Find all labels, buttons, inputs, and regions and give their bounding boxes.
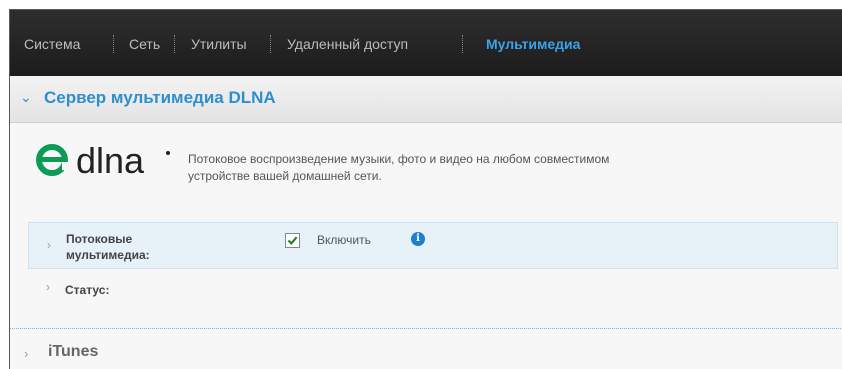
dlna-logo: dlna: [36, 140, 170, 180]
chevron-down-icon: ⌄: [20, 89, 32, 105]
dlna-description: Потоковое воспроизведение музыки, фото и…: [188, 151, 609, 185]
nav-item-multimedia[interactable]: Мультимедиа: [486, 36, 580, 52]
streaming-label: Потоковые мультимедиа:: [66, 231, 150, 263]
checkmark-icon: [287, 236, 298, 245]
nav-item-network[interactable]: Сеть: [129, 36, 160, 52]
enable-checkbox-label[interactable]: Включить: [317, 233, 371, 247]
chevron-right-icon[interactable]: ›: [46, 280, 50, 294]
nav-item-system[interactable]: Система: [24, 36, 80, 52]
status-row[interactable]: › Статус:: [28, 280, 836, 310]
section-divider: [10, 328, 842, 329]
nav-separator: [113, 35, 114, 53]
section-title: Сервер мультимедиа DLNA: [44, 88, 276, 107]
itunes-section-header[interactable]: iTunes: [48, 343, 98, 361]
enable-checkbox[interactable]: [285, 233, 300, 248]
dlna-section-header[interactable]: ⌄ Сервер мультимедиа DLNA: [10, 76, 842, 123]
nav-separator: [174, 35, 175, 53]
nav-item-remote-access[interactable]: Удаленный доступ: [287, 36, 408, 52]
top-nav: Система Сеть Утилиты Удаленный доступ Му…: [10, 10, 842, 76]
chevron-right-icon[interactable]: ›: [24, 346, 28, 361]
nav-item-utilities[interactable]: Утилиты: [191, 36, 247, 52]
nav-separator: [462, 35, 463, 53]
description-line: устройстве вашей домашней сети.: [188, 169, 382, 183]
description-line: Потоковое воспроизведение музыки, фото и…: [188, 152, 610, 166]
app-frame: Система Сеть Утилиты Удаленный доступ Му…: [9, 9, 842, 369]
label-line: мультимедиа:: [66, 248, 150, 262]
info-icon[interactable]: i: [411, 232, 425, 246]
label-line: Потоковые: [66, 232, 133, 246]
nav-separator: [270, 35, 271, 53]
status-label: Статус:: [65, 283, 110, 297]
dlna-logo-text: dlna: [76, 140, 145, 180]
chevron-right-icon[interactable]: ›: [47, 238, 51, 252]
streaming-row[interactable]: › Потоковые мультимедиа: Включить i: [28, 222, 838, 269]
